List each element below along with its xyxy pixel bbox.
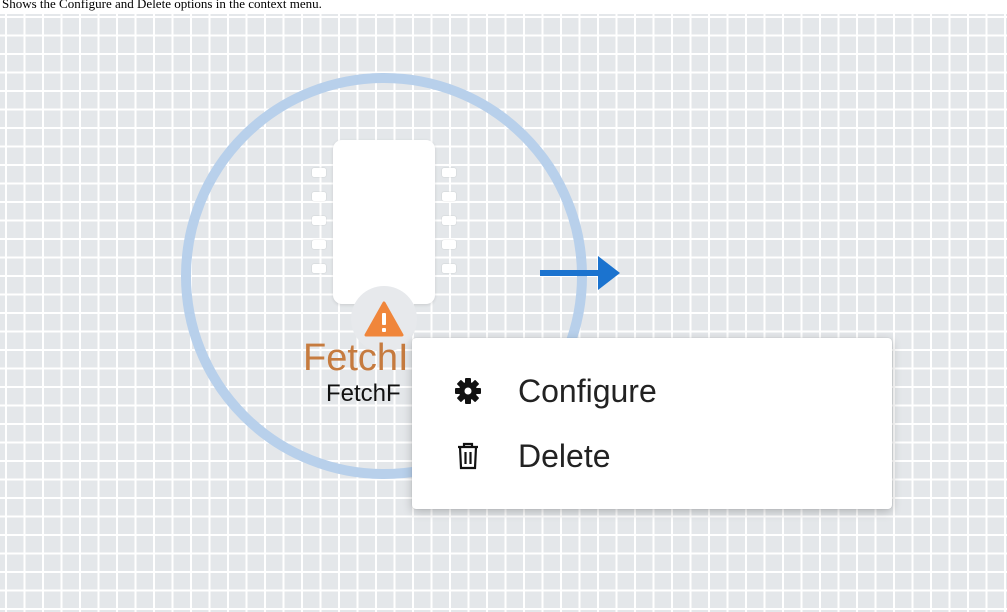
menu-item-delete[interactable]: Delete bbox=[412, 425, 892, 487]
input-port[interactable] bbox=[312, 264, 326, 273]
arrow-right-icon[interactable] bbox=[538, 254, 622, 292]
input-port[interactable] bbox=[312, 240, 326, 249]
context-menu: Configure Delete bbox=[412, 338, 892, 509]
menu-item-label: Configure bbox=[518, 373, 657, 409]
figure-caption: Shows the Configure and Delete options i… bbox=[0, 0, 1007, 14]
output-port[interactable] bbox=[442, 192, 456, 201]
processor-card[interactable] bbox=[333, 140, 435, 304]
output-port[interactable] bbox=[442, 168, 456, 177]
processor-type: FetchF bbox=[326, 380, 401, 407]
warning-triangle-icon bbox=[364, 301, 404, 337]
gear-icon bbox=[454, 377, 482, 405]
output-port[interactable] bbox=[442, 216, 456, 225]
output-port[interactable] bbox=[442, 240, 456, 249]
input-port[interactable] bbox=[312, 168, 326, 177]
output-port[interactable] bbox=[442, 264, 456, 273]
trash-icon bbox=[454, 442, 482, 470]
menu-item-label: Delete bbox=[518, 438, 611, 474]
processor-name: FetchI bbox=[303, 337, 409, 379]
flow-canvas[interactable]: FetchI FetchF Configure Delete bbox=[0, 14, 1007, 612]
input-port[interactable] bbox=[312, 216, 326, 225]
caption-text: Shows the Configure and Delete options i… bbox=[2, 0, 322, 11]
menu-item-configure[interactable]: Configure bbox=[412, 360, 892, 422]
input-port[interactable] bbox=[312, 192, 326, 201]
